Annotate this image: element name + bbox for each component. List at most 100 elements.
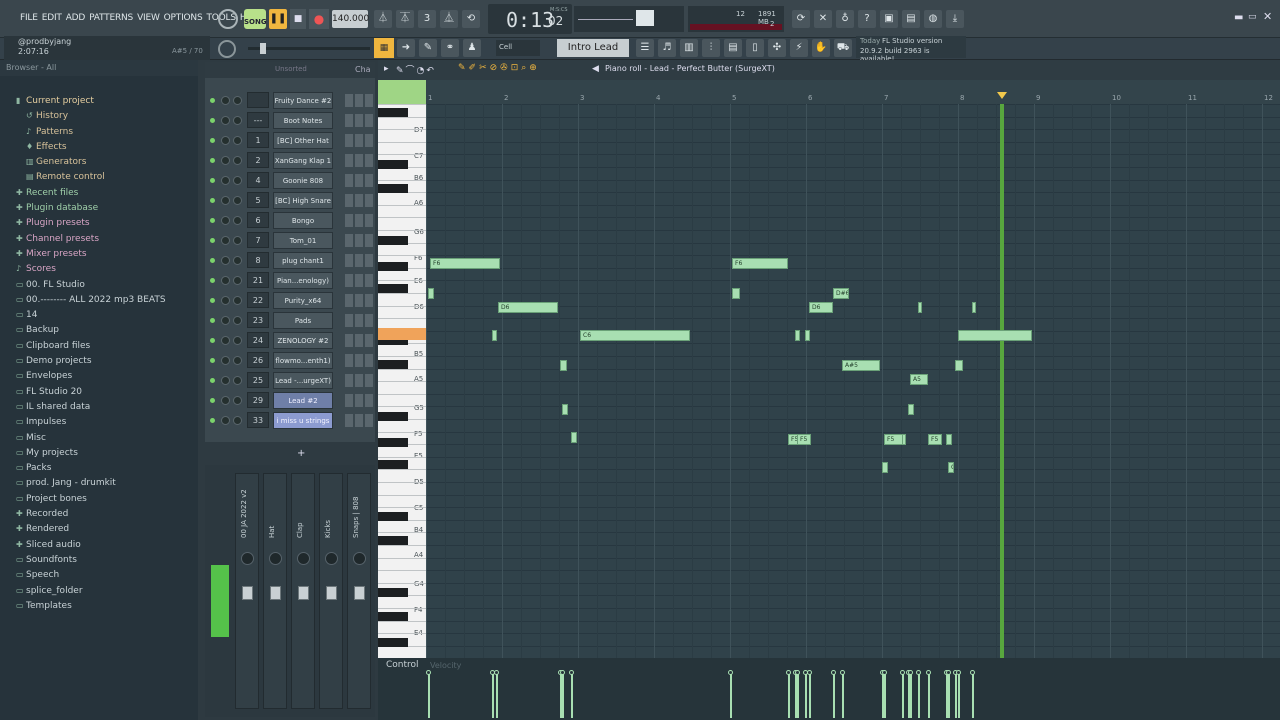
channel-mixer-track[interactable]: 33	[247, 412, 269, 428]
brush-icon[interactable]: ✎	[419, 39, 437, 57]
velocity-bar[interactable]	[492, 672, 494, 718]
browser-item[interactable]: ✚ Channel presets	[0, 234, 198, 249]
note[interactable]	[946, 434, 952, 445]
channel-led[interactable]	[210, 358, 215, 363]
browser-item[interactable]: ▭ splice_folder	[0, 586, 198, 601]
channel-mixer-track[interactable]: 24	[247, 332, 269, 348]
channel-led[interactable]	[210, 418, 215, 423]
channel-pan-knob[interactable]	[221, 316, 230, 325]
loop-record-icon[interactable]: ⟲	[462, 10, 480, 28]
browser-item[interactable]: ♪ Patterns	[0, 127, 198, 142]
channel-volume-knob[interactable]	[233, 156, 242, 165]
channel-name-button[interactable]: [BC] High Snare	[273, 192, 333, 209]
pattern-snap-icon[interactable]: ▦	[374, 38, 394, 58]
velocity-handle[interactable]	[882, 670, 887, 675]
channel-led[interactable]	[210, 318, 215, 323]
note[interactable]	[571, 432, 577, 443]
add-channel-icon[interactable]: +	[297, 448, 305, 459]
stamp-icon[interactable]: ♟	[463, 39, 481, 57]
minimize-icon[interactable]: ▬	[1234, 12, 1243, 23]
channel-row[interactable]: 5 [BC] High Snare	[205, 192, 375, 210]
browser-item[interactable]: ✚ Rendered	[0, 524, 198, 539]
download-icon[interactable]: ⤓	[946, 10, 964, 28]
note[interactable]	[908, 404, 914, 415]
channel-row[interactable]: 1 [BC] Other Hat	[205, 132, 375, 150]
note[interactable]: D6	[498, 302, 558, 313]
menu-item[interactable]: VIEW	[137, 13, 160, 23]
reset-icon[interactable]: ⟳	[792, 10, 810, 28]
channel-pan-knob[interactable]	[221, 276, 230, 285]
velocity-handle[interactable]	[786, 670, 791, 675]
black-key[interactable]	[378, 236, 408, 245]
channel-name-button[interactable]: Purity_x64	[273, 292, 333, 309]
black-key[interactable]	[378, 612, 408, 621]
note[interactable]: D6	[809, 302, 833, 313]
velocity-handle[interactable]	[946, 670, 951, 675]
velocity-bar[interactable]	[958, 672, 960, 718]
velocity-bar[interactable]	[730, 672, 732, 718]
browser-item[interactable]: ✚ Plugin presets	[0, 218, 198, 233]
browser-item[interactable]: ▭ Impulses	[0, 417, 198, 432]
black-key[interactable]	[378, 438, 408, 447]
note[interactable]	[918, 302, 922, 313]
pattern-selector[interactable]: Intro Lead	[557, 39, 629, 57]
mixer-pan-knob[interactable]	[325, 552, 338, 565]
channel-name-button[interactable]: plug chant1	[273, 252, 333, 269]
wait-input-icon[interactable]: ⏄	[396, 10, 414, 28]
menu-item[interactable]: FILE	[20, 13, 38, 23]
browser-item[interactable]: ▭ 00.-------- ALL 2022 mp3 BEATS	[0, 295, 198, 310]
channel-row[interactable]: 2 XanGang Klap 1	[205, 152, 375, 170]
channel-row[interactable]: 26 flowmo...enth1)	[205, 352, 375, 370]
channel-mixer-track[interactable]: 29	[247, 392, 269, 408]
note[interactable]: F5	[797, 434, 811, 445]
note[interactable]: F5	[884, 434, 904, 445]
channel-name-button[interactable]: XanGang Klap 1	[273, 152, 333, 169]
channel-led[interactable]	[210, 218, 215, 223]
browser-item[interactable]: ▭ Packs	[0, 463, 198, 478]
velocity-bar[interactable]	[562, 672, 564, 718]
velocity-handle[interactable]	[916, 670, 921, 675]
browser-item[interactable]: ♪ Scores	[0, 264, 198, 279]
channel-steps[interactable]	[345, 354, 373, 367]
browser-item[interactable]: ✚ Plugin database	[0, 203, 198, 218]
menu-item[interactable]: EDIT	[42, 13, 62, 23]
channel-steps[interactable]	[345, 314, 373, 327]
velocity-bar[interactable]	[788, 672, 790, 718]
channel-pan-knob[interactable]	[221, 96, 230, 105]
channel-led[interactable]	[210, 278, 215, 283]
channel-name-button[interactable]: Bongo	[273, 212, 333, 229]
channel-steps[interactable]	[345, 334, 373, 347]
channel-mixer-track[interactable]: 5	[247, 192, 269, 208]
channel-volume-knob[interactable]	[233, 96, 242, 105]
channel-pan-knob[interactable]	[221, 236, 230, 245]
channel-steps[interactable]	[345, 194, 373, 207]
channel-volume-knob[interactable]	[233, 116, 242, 125]
velocity-handle[interactable]	[560, 670, 565, 675]
channel-volume-knob[interactable]	[233, 296, 242, 305]
browser-item[interactable]: ▭ prod. Jang - drumkit	[0, 478, 198, 493]
browser-item[interactable]: ▭ My projects	[0, 448, 198, 463]
channel-pan-knob[interactable]	[221, 176, 230, 185]
channel-volume-knob[interactable]	[233, 236, 242, 245]
channel-pan-knob[interactable]	[221, 356, 230, 365]
black-key[interactable]	[378, 284, 408, 293]
channel-steps[interactable]	[345, 414, 373, 427]
channel-name-button[interactable]: Lead #2	[273, 392, 333, 409]
channel-row[interactable]: 33 i miss u strings	[205, 412, 375, 430]
menu-item[interactable]: OPTIONS	[164, 13, 203, 23]
channel-led[interactable]	[210, 158, 215, 163]
browser-item[interactable]: ♦ Effects	[0, 142, 198, 157]
channel-pan-knob[interactable]	[221, 216, 230, 225]
channel-name-button[interactable]: Tom_01	[273, 232, 333, 249]
mixer-fader[interactable]	[298, 586, 309, 600]
note[interactable]: A#5	[842, 360, 880, 371]
mixer-strip[interactable]: Snaps | 808	[347, 473, 371, 709]
help-icon[interactable]: ?	[858, 10, 876, 28]
song-mode-toggle[interactable]: SONG	[244, 9, 267, 29]
browser-item[interactable]: ▭ Clipboard files	[0, 341, 198, 356]
channel-pan-knob[interactable]	[221, 256, 230, 265]
browser-view-icon[interactable]: ▯	[746, 39, 764, 57]
stop-button[interactable]: ■	[290, 9, 306, 29]
note[interactable]	[732, 288, 740, 299]
channel-name-button[interactable]: Lead -...urgeXT)	[273, 372, 333, 389]
